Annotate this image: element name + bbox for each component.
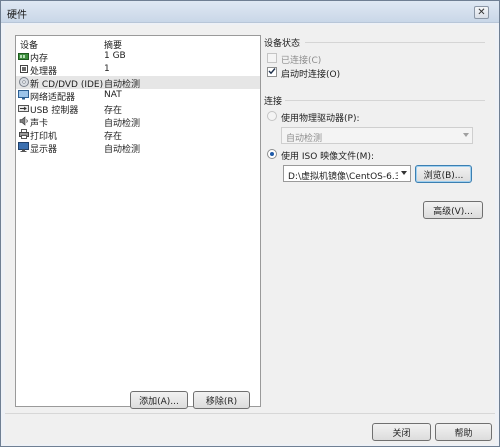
- window-title: 硬件: [7, 10, 27, 21]
- sound-card-icon: [18, 116, 29, 126]
- physical-drive-value: 自动检测: [286, 134, 323, 144]
- list-item-network-adapter[interactable]: 网络适配器 NAT: [16, 89, 260, 103]
- device-summary: NAT: [104, 90, 122, 100]
- physical-drive-select[interactable]: 自动检测: [281, 127, 473, 144]
- connection-group-title: 连接: [264, 97, 283, 107]
- add-device-button[interactable]: 添加(A)...: [130, 391, 188, 409]
- close-window-button[interactable]: ✕: [474, 6, 489, 19]
- physical-drive-label: 使用物理驱动器(P):: [281, 114, 360, 124]
- cd-dvd-icon: [18, 77, 29, 87]
- dialog-body: 设备 摘要 内存 1 GB 处理器 1 新 CD/DVD (IDE) 自动检测 …: [5, 25, 495, 444]
- footer-divider: [5, 413, 495, 414]
- connected-checkbox[interactable]: [267, 53, 277, 63]
- checkmark-icon: [268, 67, 276, 78]
- connected-label: 已连接(C): [281, 56, 322, 66]
- group-divider: [305, 42, 485, 43]
- radio-selected-dot: [270, 152, 274, 156]
- list-item-cd-dvd[interactable]: 新 CD/DVD (IDE) 自动检测: [16, 76, 260, 90]
- group-divider: [285, 100, 485, 101]
- list-header: 设备 摘要: [16, 36, 260, 51]
- device-list[interactable]: 设备 摘要 内存 1 GB 处理器 1 新 CD/DVD (IDE) 自动检测 …: [15, 35, 261, 407]
- list-item-usb-controller[interactable]: USB 控制器 存在: [16, 102, 260, 116]
- device-name: 显示器: [30, 145, 58, 155]
- chevron-down-icon: [463, 133, 469, 137]
- processor-icon: [18, 64, 29, 74]
- iso-image-label: 使用 ISO 映像文件(M):: [281, 152, 374, 162]
- device-status-group-title: 设备状态: [264, 39, 301, 49]
- list-item-memory[interactable]: 内存 1 GB: [16, 50, 260, 64]
- hardware-dialog: 硬件 ✕ 设备 摘要 内存 1 GB 处理器 1 新 CD/DVD (IDE) …: [0, 0, 500, 447]
- title-bar: 硬件 ✕: [1, 1, 499, 23]
- device-summary: 1 GB: [104, 51, 126, 61]
- device-summary: 自动检测: [104, 145, 141, 155]
- list-item-sound-card[interactable]: 声卡 自动检测: [16, 115, 260, 129]
- iso-image-radio[interactable]: [267, 149, 277, 159]
- connect-at-power-on-label: 启动时连接(O): [281, 70, 341, 80]
- chevron-down-icon: [401, 171, 407, 175]
- list-item-display[interactable]: 显示器 自动检测: [16, 141, 260, 155]
- browse-button[interactable]: 浏览(B)...: [415, 165, 472, 183]
- network-adapter-icon: [18, 90, 29, 100]
- iso-path-value: D:\虚拟机镜像\CentOS-6.3-i3: [288, 172, 398, 182]
- advanced-button[interactable]: 高级(V)...: [423, 201, 483, 219]
- iso-path-combobox[interactable]: D:\虚拟机镜像\CentOS-6.3-i3: [283, 165, 411, 182]
- connect-at-power-on-checkbox[interactable]: [267, 67, 277, 77]
- printer-icon: [18, 129, 29, 139]
- physical-drive-radio[interactable]: [267, 111, 277, 121]
- close-button[interactable]: 关闭: [372, 423, 431, 441]
- list-item-printer[interactable]: 打印机 存在: [16, 128, 260, 142]
- device-summary: 1: [104, 64, 110, 74]
- list-item-processor[interactable]: 处理器 1: [16, 63, 260, 77]
- memory-icon: [18, 51, 29, 61]
- help-button[interactable]: 帮助: [435, 423, 492, 441]
- usb-controller-icon: [18, 103, 29, 113]
- close-icon: ✕: [477, 6, 486, 18]
- remove-device-button[interactable]: 移除(R): [193, 391, 250, 409]
- display-icon: [18, 142, 29, 152]
